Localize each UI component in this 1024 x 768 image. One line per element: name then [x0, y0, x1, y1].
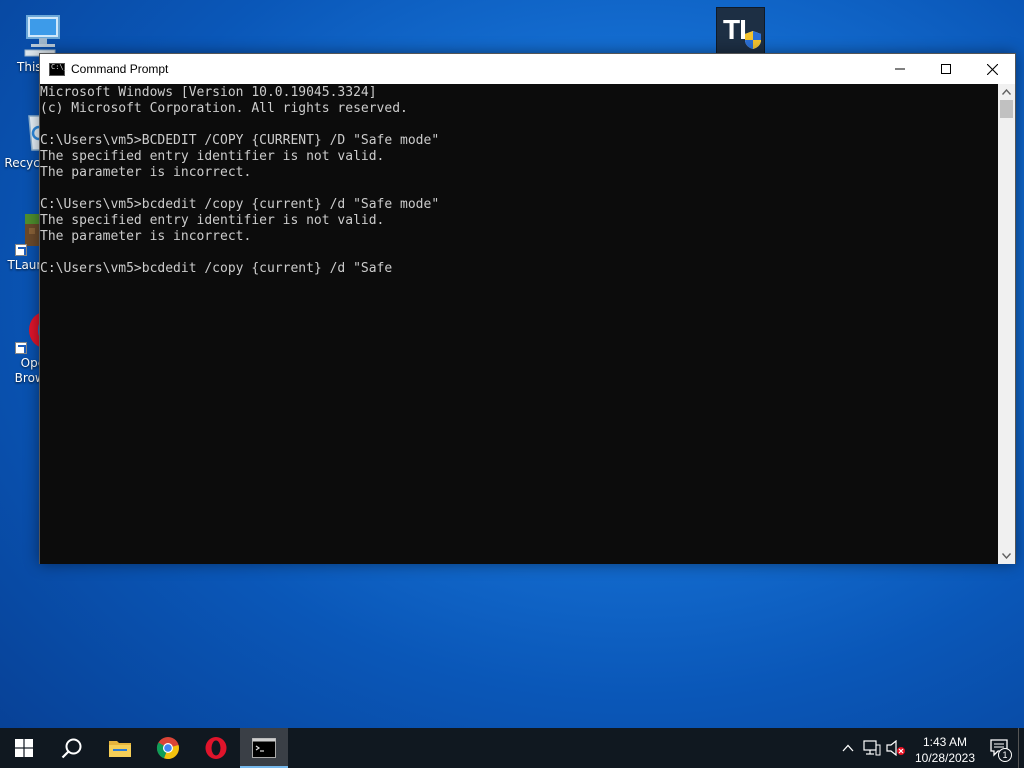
- maximize-button[interactable]: [923, 54, 969, 84]
- console-line: C:\Users\vm5>bcdedit /copy {current} /d …: [40, 197, 440, 212]
- scroll-up-button[interactable]: [998, 84, 1015, 100]
- show-desktop-button[interactable]: [1018, 728, 1024, 768]
- notification-count-badge: 1: [998, 748, 1012, 762]
- taskbar-command-prompt[interactable]: [240, 728, 288, 768]
- search-button[interactable]: [48, 728, 96, 768]
- command-prompt-window[interactable]: C:\_ Command Prompt Microsoft Windows [V…: [39, 53, 1016, 564]
- console-line: Microsoft Windows [Version 10.0.19045.33…: [40, 85, 377, 100]
- opera-icon: [205, 737, 227, 759]
- taskbar: 1:43 AM 10/28/2023 1: [0, 728, 1024, 768]
- console-line: The parameter is incorrect.: [40, 229, 252, 244]
- system-tray: 1:43 AM 10/28/2023 1: [836, 728, 1024, 768]
- scroll-down-button[interactable]: [998, 548, 1015, 564]
- console-output[interactable]: Microsoft Windows [Version 10.0.19045.33…: [40, 84, 1000, 564]
- close-icon: [986, 63, 998, 75]
- chevron-up-icon: [842, 744, 854, 752]
- clock-button[interactable]: 1:43 AM 10/28/2023: [908, 728, 982, 768]
- clock: 1:43 AM 10/28/2023: [908, 731, 982, 766]
- maximize-icon: [941, 64, 951, 74]
- search-icon: [61, 738, 82, 759]
- taskbar-chrome[interactable]: [144, 728, 192, 768]
- scroll-thumb[interactable]: [1000, 100, 1013, 118]
- folder-icon: [109, 741, 131, 757]
- speaker-muted-icon: [886, 740, 905, 756]
- chevron-down-icon: [1002, 553, 1011, 559]
- minimize-icon: [895, 68, 905, 70]
- console-line: C:\Users\vm5>BCDEDIT /COPY {CURRENT} /D …: [40, 133, 440, 148]
- show-hidden-icons-button[interactable]: [836, 728, 860, 768]
- title-bar[interactable]: C:\_ Command Prompt: [40, 54, 1015, 84]
- start-button[interactable]: [0, 728, 48, 768]
- taskbar-file-explorer[interactable]: [96, 728, 144, 768]
- clock-date: 10/28/2023: [914, 750, 976, 765]
- action-center-button[interactable]: 1: [982, 728, 1018, 768]
- window-title: Command Prompt: [71, 62, 169, 76]
- computer-icon: [15, 10, 63, 58]
- volume-button[interactable]: [884, 728, 908, 768]
- clock-time: 1:43 AM: [922, 734, 968, 749]
- network-button[interactable]: [860, 728, 884, 768]
- shortcut-arrow-icon: [15, 244, 27, 256]
- console-input-line[interactable]: C:\Users\vm5>bcdedit /copy {current} /d …: [40, 261, 1000, 277]
- console-line: (c) Microsoft Corporation. All rights re…: [40, 101, 408, 116]
- shortcut-arrow-icon: [15, 342, 27, 354]
- console-line: The parameter is incorrect.: [40, 165, 252, 180]
- tlauncher-admin-icon[interactable]: TL: [716, 7, 765, 54]
- close-button[interactable]: [969, 54, 1015, 84]
- vertical-scrollbar[interactable]: [998, 84, 1015, 564]
- chevron-up-icon: [1002, 89, 1011, 95]
- console-line: The specified entry identifier is not va…: [40, 149, 385, 164]
- cmd-icon-glyph: C:\_: [51, 62, 68, 71]
- minimize-button[interactable]: [877, 54, 923, 84]
- network-icon: [863, 740, 881, 756]
- uac-shield-icon: [745, 31, 761, 49]
- chrome-icon: [156, 737, 179, 760]
- cmd-app-icon[interactable]: C:\_: [49, 62, 68, 76]
- taskbar-opera[interactable]: [192, 728, 240, 768]
- cmd-icon: [252, 738, 276, 758]
- window-controls: [877, 54, 1015, 84]
- console-line: The specified entry identifier is not va…: [40, 213, 385, 228]
- windows-logo-icon: [15, 739, 33, 757]
